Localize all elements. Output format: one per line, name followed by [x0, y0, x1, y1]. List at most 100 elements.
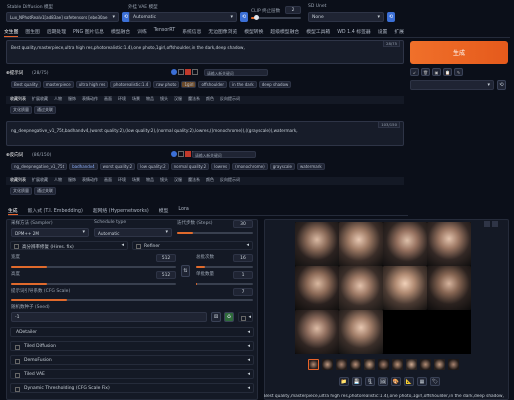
category-tab[interactable]: 场景 — [132, 96, 140, 104]
thumbnail[interactable] — [350, 359, 361, 370]
tab-train[interactable]: 训练 — [137, 28, 147, 37]
category-tab[interactable]: 服饰 — [68, 177, 76, 185]
subcategory-tab[interactable]: 文化质量 — [10, 187, 32, 195]
close-icon[interactable] — [492, 221, 498, 227]
tiled-diffusion-accordion[interactable]: Tiled Diffusion ◂ — [10, 341, 254, 351]
sampler-select[interactable]: DPM++ 2M ▾ — [11, 228, 89, 237]
tag-chip[interactable]: worst quality:2 — [99, 163, 136, 170]
tiled-vae-accordion[interactable]: Tiled VAE ◂ — [10, 369, 254, 379]
tab-extras[interactable]: 后期处理 — [47, 28, 66, 37]
tag-chip[interactable]: photorealistic:1.4 — [110, 81, 152, 88]
subcategory-tab[interactable]: 通过关联 — [34, 106, 56, 114]
steps-slider[interactable] — [177, 232, 253, 234]
tab-settings[interactable]: 设置 — [378, 28, 388, 37]
category-tab[interactable]: 画面 — [104, 96, 112, 104]
tab-image-browser[interactable]: 无边图像浏览 — [208, 28, 237, 37]
width-input[interactable]: 512 — [156, 254, 176, 262]
width-slider[interactable] — [11, 266, 176, 268]
tab-wd-tagger[interactable]: WD 1.4 标签器 — [337, 28, 371, 37]
category-tab[interactable]: 汉服 — [174, 96, 182, 104]
seed-input[interactable]: -1 — [11, 312, 207, 322]
hires-fix-accordion[interactable]: 高分辨率修复 (Hires. fix) ◂ — [10, 241, 128, 250]
send-to-inpaint-button[interactable]: 🎨 — [391, 377, 401, 386]
category-tab[interactable]: 画面 — [104, 177, 112, 185]
tab-super-merge[interactable]: 超级模型融合 — [270, 28, 299, 37]
prompt-textarea[interactable]: Best quality,masterpiece,ultra high res,… — [6, 40, 404, 64]
checkbox[interactable] — [14, 244, 19, 249]
vae-select[interactable]: Automatic ▾ — [129, 12, 237, 22]
zip-button[interactable]: 🗜 — [365, 377, 375, 386]
tag-chip[interactable]: ng_deepnegative_v1_75t — [11, 163, 68, 170]
tab-txt2img[interactable]: 文生图 — [4, 28, 19, 37]
trash-icon[interactable] — [185, 69, 191, 75]
tag-chip[interactable]: raw photo — [153, 81, 180, 88]
thumbnail[interactable] — [378, 359, 389, 370]
reuse-seed-button[interactable]: ♻ — [224, 312, 234, 322]
generate-button[interactable]: 生成 — [410, 41, 508, 64]
tag-chip[interactable]: ultra high res — [75, 81, 109, 88]
negative-new-keyword-input[interactable]: 请输入新关键词 — [192, 151, 256, 158]
clip-slider-knob[interactable] — [254, 15, 259, 20]
category-tab[interactable]: 物品 — [146, 177, 154, 185]
sdunet-select[interactable]: None ▾ — [308, 12, 384, 22]
tab-tensorrt[interactable]: TensorRT — [154, 28, 175, 37]
thumbnail[interactable] — [406, 359, 417, 370]
tab-merge[interactable]: 模型融合 — [111, 28, 130, 37]
negative-prompt-textarea[interactable]: ng_deepnegative_v1_75t,badhandv4,(worst … — [6, 121, 404, 146]
category-tab[interactable]: 镜头 — [160, 177, 168, 185]
generated-image[interactable] — [295, 266, 339, 310]
tag-chip[interactable]: 1girl — [181, 81, 197, 88]
category-tab[interactable]: 环境 — [118, 96, 126, 104]
clip-input[interactable]: 2 — [285, 6, 301, 14]
tag-chip[interactable]: watermark — [297, 163, 325, 170]
subtab-generation[interactable]: 生成 — [8, 207, 18, 215]
category-tab[interactable]: 反向提示词 — [220, 177, 240, 185]
thumbnail[interactable] — [420, 359, 431, 370]
category-tab[interactable]: 汉服 — [174, 177, 182, 185]
refresh-unet-button[interactable]: ⟲ — [387, 12, 395, 22]
refiner-accordion[interactable]: Refiner ◂ — [132, 241, 253, 250]
thumbnail[interactable] — [364, 359, 375, 370]
tag-chip[interactable]: grayscale — [269, 163, 295, 170]
category-tab[interactable]: 扩展收藏 — [32, 96, 48, 104]
thumbnail[interactable] — [308, 359, 319, 370]
category-tab[interactable]: 环境 — [118, 177, 126, 185]
tag-chip[interactable]: lowres — [211, 163, 231, 170]
demofusion-accordion[interactable]: DemoFusion ◂ — [10, 355, 254, 365]
height-slider[interactable] — [11, 283, 176, 285]
checkbox[interactable] — [15, 386, 20, 392]
download-icon[interactable] — [484, 221, 490, 227]
clear-prompt-button[interactable]: 🗑 — [421, 68, 430, 76]
batch-count-input[interactable]: 16 — [233, 254, 253, 262]
category-tab[interactable]: 颜色 — [206, 96, 214, 104]
tab-model-toolkit[interactable]: 模型工具箱 — [306, 28, 330, 37]
save-button[interactable]: 💾 — [352, 377, 362, 386]
tag-chip[interactable]: badhandv4 — [69, 163, 98, 170]
checkbox[interactable] — [136, 244, 141, 249]
generated-image[interactable] — [295, 310, 339, 354]
extra-seed-toggle[interactable]: ◂ — [238, 312, 253, 322]
schedule-select[interactable]: Automatic ▾ — [94, 228, 172, 237]
batch-size-input[interactable]: 1 — [233, 271, 253, 279]
category-tab[interactable]: 反向提示词 — [220, 96, 240, 104]
thumbnail[interactable] — [434, 359, 445, 370]
category-tab[interactable]: 镜头 — [160, 96, 168, 104]
thumbnail[interactable] — [336, 359, 347, 370]
apply-style-button[interactable]: 📋 — [443, 68, 452, 76]
steps-input[interactable]: 30 — [233, 220, 253, 228]
swap-dimensions-button[interactable]: ⇅ — [181, 265, 190, 277]
batch-size-slider[interactable] — [196, 283, 253, 285]
tab-model-convert[interactable]: 模型转换 — [244, 28, 263, 37]
negative-helper-title[interactable]: ⊕反向词 — [6, 152, 23, 158]
paste-params-button[interactable]: ↙ — [410, 68, 419, 76]
checkbox[interactable] — [241, 315, 246, 321]
checkbox[interactable] — [15, 372, 20, 378]
tag-button[interactable]: 🏷 — [430, 377, 440, 386]
category-tab[interactable]: 人物 — [54, 177, 62, 185]
cfg-input[interactable]: 7 — [233, 288, 253, 296]
trash-icon[interactable] — [185, 151, 191, 157]
copy-icon[interactable] — [178, 69, 184, 75]
send-to-img2img-button[interactable]: 🖼 — [378, 377, 388, 386]
generated-image[interactable] — [339, 266, 383, 310]
category-tab[interactable]: 表情动作 — [82, 96, 98, 104]
